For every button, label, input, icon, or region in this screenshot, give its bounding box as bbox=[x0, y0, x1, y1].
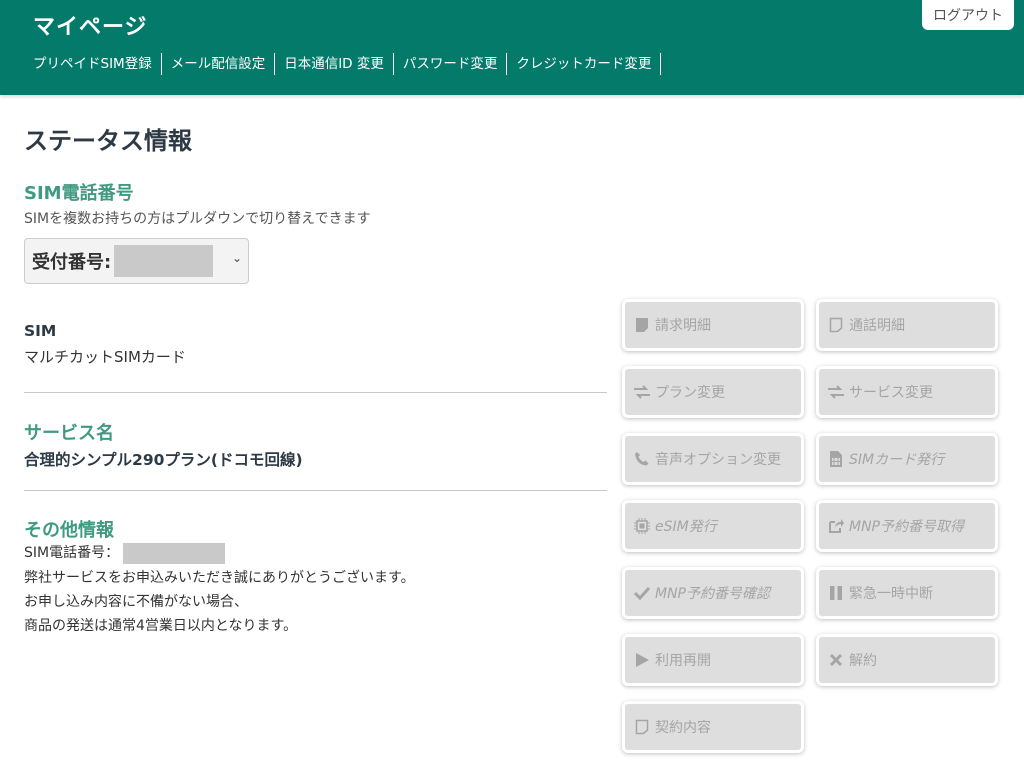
sim-number-help: SIMを複数お持ちの方はプルダウンで切り替えできます bbox=[24, 211, 371, 227]
esim-issue-button[interactable]: eSIM発行 bbox=[622, 500, 804, 552]
document-outline-icon bbox=[633, 718, 651, 736]
divider bbox=[24, 490, 607, 491]
close-icon bbox=[827, 651, 845, 669]
other-line-1: 弊社サービスをお申込みいただき誠にありがとうございます。 bbox=[24, 570, 415, 586]
sim-number-select[interactable]: 受付番号: ⌄ bbox=[24, 238, 249, 284]
call-details-button[interactable]: 通話明細 bbox=[816, 299, 998, 351]
sim-number-heading: SIM電話番号 bbox=[24, 183, 134, 204]
header-bar: マイページ ログアウト プリペイドSIM登録 メール配信設定 日本通信ID 変更… bbox=[0, 0, 1024, 95]
button-label: MNP予約番号確認 bbox=[655, 586, 770, 602]
play-icon bbox=[633, 651, 651, 669]
plan-change-button[interactable]: プラン変更 bbox=[622, 366, 804, 418]
service-value: 合理的シンプル290プラン(ドコモ回線) bbox=[24, 451, 303, 469]
logout-button[interactable]: ログアウト bbox=[922, 0, 1014, 30]
nav-prepaid-sim-register[interactable]: プリペイドSIM登録 bbox=[33, 53, 162, 75]
sim-heading: SIM bbox=[24, 322, 57, 340]
redacted-phone bbox=[123, 542, 226, 564]
exchange-icon bbox=[633, 383, 651, 401]
button-label: 利用再開 bbox=[655, 653, 711, 669]
sim-card-issue-button[interactable]: SIMカード発行 bbox=[816, 433, 998, 485]
top-nav: プリペイドSIM登録 メール配信設定 日本通信ID 変更 パスワード変更 クレジ… bbox=[33, 53, 662, 75]
sim-card-icon bbox=[827, 450, 845, 468]
phone-icon bbox=[633, 450, 651, 468]
nav-id-change[interactable]: 日本通信ID 変更 bbox=[275, 53, 394, 75]
nav-password-change[interactable]: パスワード変更 bbox=[394, 53, 508, 75]
button-label: プラン変更 bbox=[655, 385, 725, 401]
other-phone-label: SIM電話番号： bbox=[24, 545, 120, 561]
other-info-heading: その他情報 bbox=[24, 520, 114, 541]
chevron-down-icon: ⌄ bbox=[231, 251, 242, 265]
service-heading: サービス名 bbox=[24, 423, 114, 444]
document-outline-icon bbox=[827, 316, 845, 334]
check-icon bbox=[633, 584, 651, 602]
share-icon bbox=[827, 517, 845, 535]
nav-credit-card-change[interactable]: クレジットカード変更 bbox=[507, 53, 662, 75]
button-label: 音声オプション変更 bbox=[655, 452, 781, 468]
mnp-number-get-button[interactable]: MNP予約番号取得 bbox=[816, 500, 998, 552]
cancel-contract-button[interactable]: 解約 bbox=[816, 634, 998, 686]
service-change-button[interactable]: サービス変更 bbox=[816, 366, 998, 418]
button-label: 通話明細 bbox=[849, 318, 905, 334]
button-label: 契約内容 bbox=[655, 720, 711, 736]
nav-mail-settings[interactable]: メール配信設定 bbox=[162, 53, 276, 75]
button-label: MNP予約番号取得 bbox=[849, 519, 964, 535]
button-label: 解約 bbox=[849, 653, 877, 669]
redacted-number bbox=[114, 245, 214, 277]
document-filled-icon bbox=[633, 316, 651, 334]
other-phone-row: SIM電話番号： bbox=[24, 541, 226, 565]
select-label: 受付番号: bbox=[32, 252, 112, 273]
page-title: ステータス情報 bbox=[24, 127, 192, 155]
mnp-number-confirm-button[interactable]: MNP予約番号確認 bbox=[622, 567, 804, 619]
resume-service-button[interactable]: 利用再開 bbox=[622, 634, 804, 686]
button-label: eSIM発行 bbox=[655, 519, 717, 535]
other-line-3: 商品の発送は通常4営業日以内となります。 bbox=[24, 618, 298, 634]
divider bbox=[24, 392, 607, 393]
other-line-2: お申し込み内容に不備がない場合、 bbox=[24, 594, 248, 610]
voice-option-change-button[interactable]: 音声オプション変更 bbox=[622, 433, 804, 485]
chip-icon bbox=[633, 517, 651, 535]
contract-details-button[interactable]: 契約内容 bbox=[622, 701, 804, 753]
emergency-suspend-button[interactable]: 緊急一時中断 bbox=[816, 567, 998, 619]
button-label: 緊急一時中断 bbox=[849, 586, 933, 602]
button-label: 請求明細 bbox=[655, 318, 711, 334]
button-label: サービス変更 bbox=[849, 385, 933, 401]
exchange-icon bbox=[827, 383, 845, 401]
pause-icon bbox=[827, 584, 845, 602]
sim-value: マルチカットSIMカード bbox=[24, 348, 186, 366]
button-label: SIMカード発行 bbox=[849, 452, 945, 468]
page-heading-mypage: マイページ bbox=[33, 15, 148, 40]
billing-details-button[interactable]: 請求明細 bbox=[622, 299, 804, 351]
